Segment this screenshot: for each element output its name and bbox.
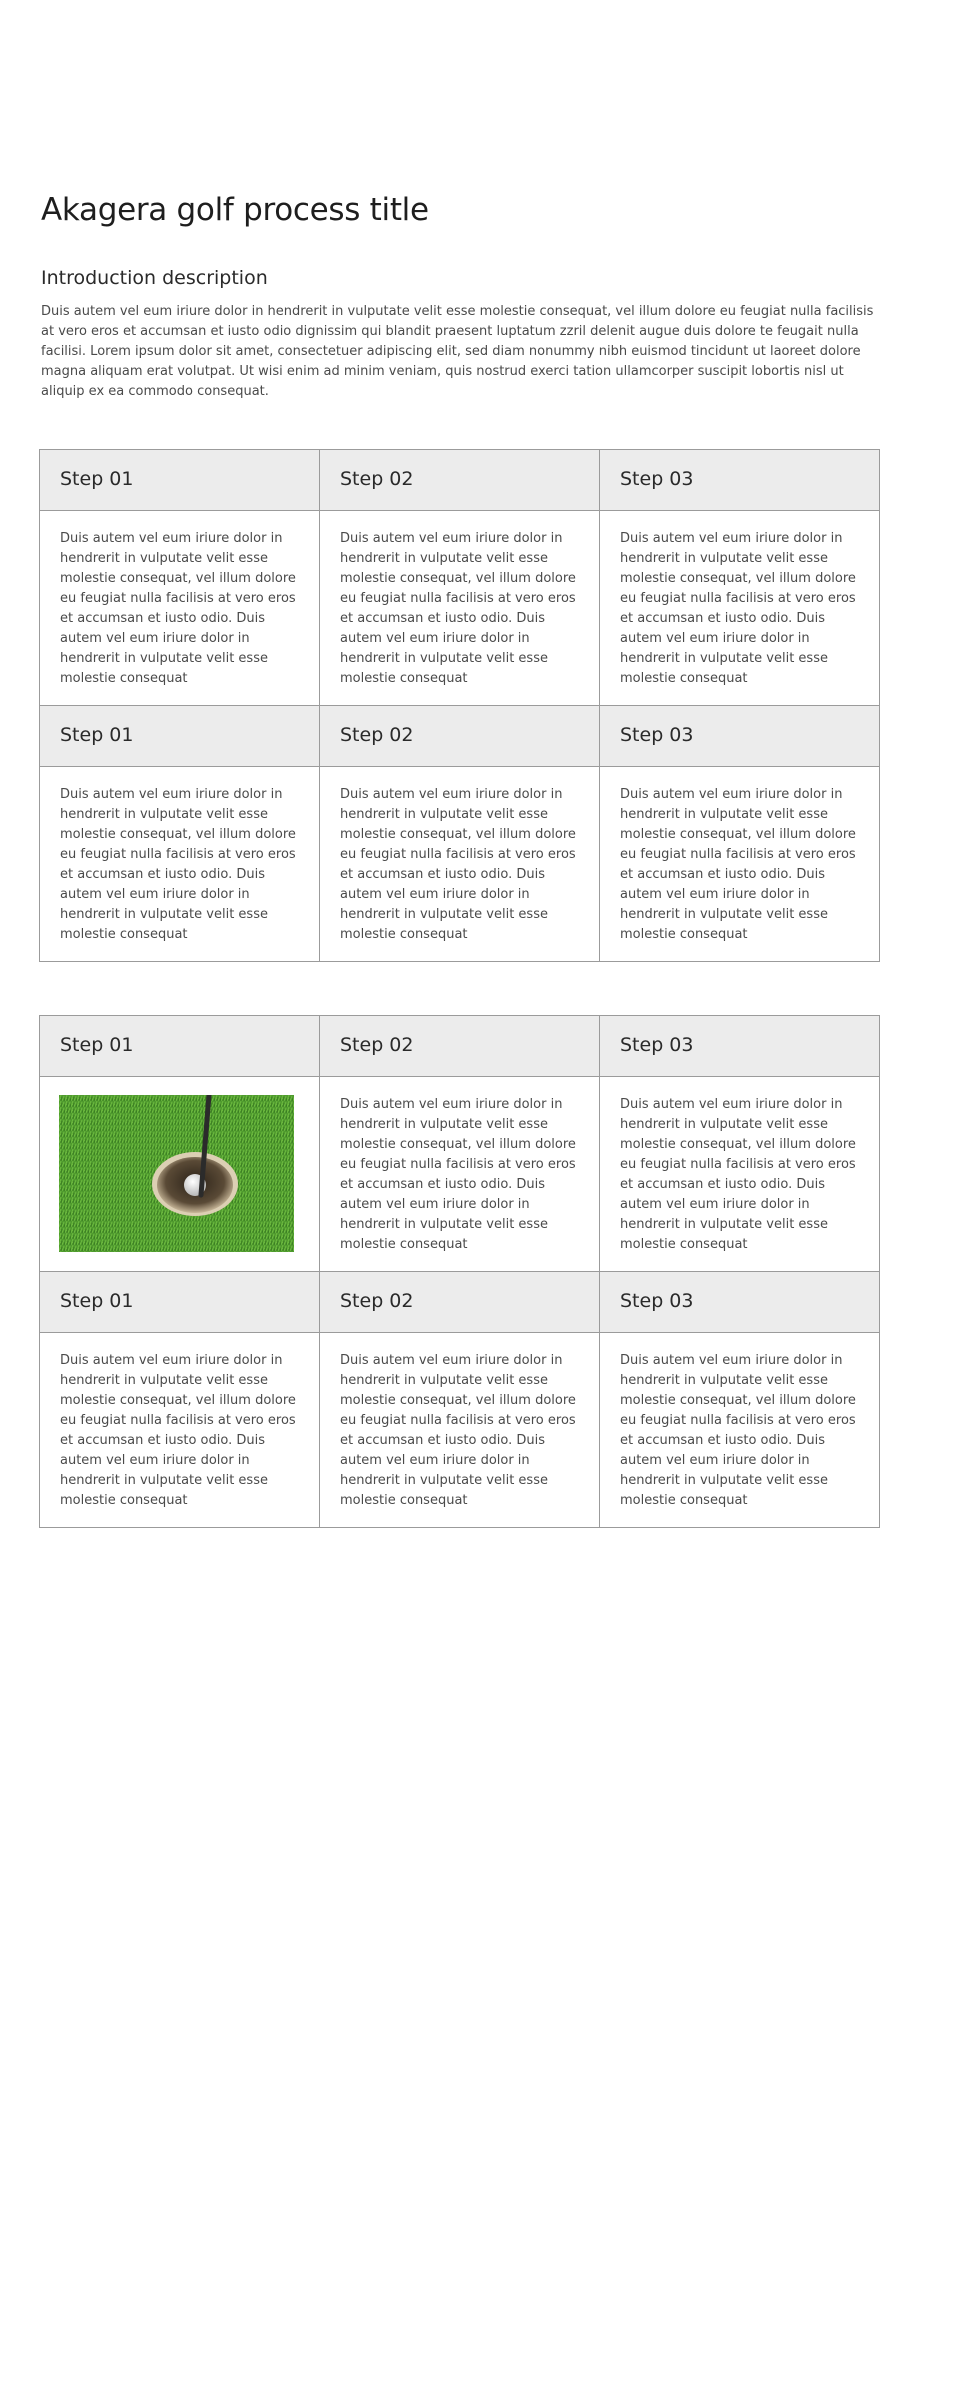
step-header-cell: Step 02 bbox=[319, 449, 600, 511]
step-header-cell: Step 02 bbox=[319, 1271, 600, 1333]
step-header-cell: Step 02 bbox=[319, 1015, 600, 1077]
steps-table-1: Step 01 Step 02 Step 03 Duis autem vel e… bbox=[39, 449, 880, 962]
table-header-row: Step 01 Step 02 Step 03 bbox=[39, 705, 880, 767]
step-body-text: Duis autem vel eum iriure dolor in hendr… bbox=[620, 787, 856, 942]
step-body-text: Duis autem vel eum iriure dolor in hendr… bbox=[340, 531, 576, 686]
step-body-cell: Duis autem vel eum iriure dolor in hendr… bbox=[319, 766, 600, 962]
page: Akagera golf process title Introduction … bbox=[0, 0, 960, 2400]
intro-text: Duis autem vel eum iriure dolor in hendr… bbox=[41, 304, 874, 399]
step-body-cell: Duis autem vel eum iriure dolor in hendr… bbox=[39, 1332, 320, 1528]
step-header-cell: Step 01 bbox=[39, 1271, 320, 1333]
page-title: Akagera golf process title bbox=[41, 192, 429, 228]
step-header-label: Step 03 bbox=[620, 724, 694, 746]
step-header-label: Step 01 bbox=[60, 724, 134, 746]
table-header-row: Step 01 Step 02 Step 03 bbox=[39, 449, 880, 511]
step-body-text: Duis autem vel eum iriure dolor in hendr… bbox=[60, 531, 296, 686]
step-body-cell: Duis autem vel eum iriure dolor in hendr… bbox=[319, 1076, 600, 1272]
table-body-row: Duis autem vel eum iriure dolor in hendr… bbox=[39, 1076, 880, 1272]
table-header-row: Step 01 Step 02 Step 03 bbox=[39, 1271, 880, 1333]
step-header-cell: Step 02 bbox=[319, 705, 600, 767]
table-body-row: Duis autem vel eum iriure dolor in hendr… bbox=[39, 1332, 880, 1528]
step-header-cell: Step 01 bbox=[39, 449, 320, 511]
step-body-text: Duis autem vel eum iriure dolor in hendr… bbox=[60, 787, 296, 942]
step-body-text: Duis autem vel eum iriure dolor in hendr… bbox=[620, 1353, 856, 1508]
step-header-label: Step 01 bbox=[60, 468, 134, 490]
step-body-cell: Duis autem vel eum iriure dolor in hendr… bbox=[599, 1332, 880, 1528]
step-header-label: Step 03 bbox=[620, 1290, 694, 1312]
table-header-row: Step 01 Step 02 Step 03 bbox=[39, 1015, 880, 1077]
step-header-label: Step 01 bbox=[60, 1290, 134, 1312]
step-header-label: Step 02 bbox=[340, 1290, 414, 1312]
step-body-cell: Duis autem vel eum iriure dolor in hendr… bbox=[599, 1076, 880, 1272]
intro-heading: Introduction description bbox=[41, 267, 268, 289]
steps-table-2: Step 01 Step 02 Step 03 Duis autem vel e… bbox=[39, 1015, 880, 1528]
step-header-label: Step 02 bbox=[340, 468, 414, 490]
step-header-label: Step 02 bbox=[340, 724, 414, 746]
step-body-cell: Duis autem vel eum iriure dolor in hendr… bbox=[39, 766, 320, 962]
step-header-cell: Step 03 bbox=[599, 449, 880, 511]
step-header-cell: Step 03 bbox=[599, 1271, 880, 1333]
step-body-cell: Duis autem vel eum iriure dolor in hendr… bbox=[319, 1332, 600, 1528]
step-body-cell: Duis autem vel eum iriure dolor in hendr… bbox=[599, 510, 880, 706]
step-header-label: Step 01 bbox=[60, 1034, 134, 1056]
step-body-text: Duis autem vel eum iriure dolor in hendr… bbox=[620, 531, 856, 686]
step-body-text: Duis autem vel eum iriure dolor in hendr… bbox=[340, 1097, 576, 1252]
step-header-cell: Step 01 bbox=[39, 1015, 320, 1077]
step-header-cell: Step 01 bbox=[39, 705, 320, 767]
step-body-text: Duis autem vel eum iriure dolor in hendr… bbox=[340, 1353, 576, 1508]
step-header-label: Step 02 bbox=[340, 1034, 414, 1056]
step-header-cell: Step 03 bbox=[599, 1015, 880, 1077]
step-image-cell bbox=[39, 1076, 320, 1272]
step-body-text: Duis autem vel eum iriure dolor in hendr… bbox=[60, 1353, 296, 1508]
step-body-cell: Duis autem vel eum iriure dolor in hendr… bbox=[599, 766, 880, 962]
golf-hole-image bbox=[59, 1095, 294, 1252]
step-body-text: Duis autem vel eum iriure dolor in hendr… bbox=[620, 1097, 856, 1252]
step-header-label: Step 03 bbox=[620, 468, 694, 490]
step-body-text: Duis autem vel eum iriure dolor in hendr… bbox=[340, 787, 576, 942]
step-header-label: Step 03 bbox=[620, 1034, 694, 1056]
step-body-cell: Duis autem vel eum iriure dolor in hendr… bbox=[39, 510, 320, 706]
step-header-cell: Step 03 bbox=[599, 705, 880, 767]
table-body-row: Duis autem vel eum iriure dolor in hendr… bbox=[39, 510, 880, 706]
step-body-cell: Duis autem vel eum iriure dolor in hendr… bbox=[319, 510, 600, 706]
table-body-row: Duis autem vel eum iriure dolor in hendr… bbox=[39, 766, 880, 962]
